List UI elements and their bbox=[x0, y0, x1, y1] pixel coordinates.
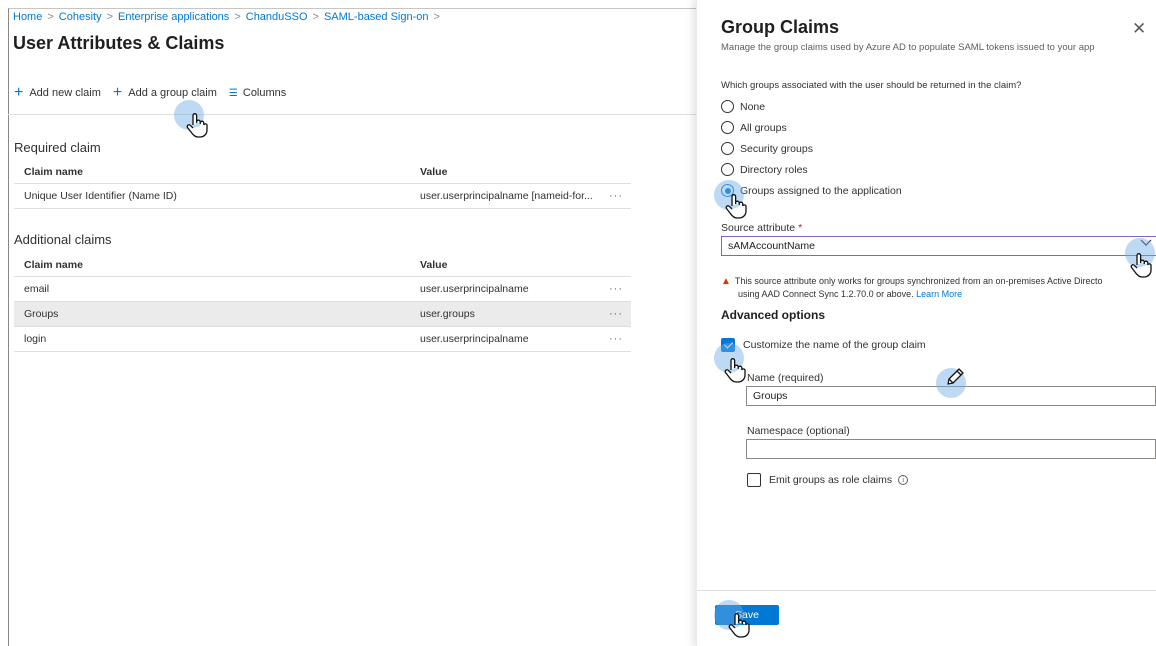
plus-icon: + bbox=[14, 84, 24, 101]
claim-name: Unique User Identifier (Name ID) bbox=[24, 190, 177, 202]
radio-circle bbox=[721, 100, 734, 113]
claim-value: user.groups bbox=[420, 308, 475, 320]
breadcrumb-chandusso[interactable]: ChanduSSO bbox=[246, 11, 308, 23]
more-options-icon[interactable]: ··· bbox=[601, 333, 631, 345]
hand-cursor-icon bbox=[725, 194, 747, 219]
hand-cursor-icon bbox=[724, 358, 746, 383]
groups-radio-group: None All groups Security groups Director… bbox=[721, 96, 902, 201]
breadcrumb-sep: > bbox=[47, 11, 54, 23]
page-title: User Attributes & Claims bbox=[13, 33, 225, 53]
column-header-claim-name: Claim name bbox=[24, 165, 83, 178]
required-mark: * bbox=[798, 222, 803, 234]
source-attribute-label-text: Source attribute bbox=[721, 222, 796, 234]
radio-label: Directory roles bbox=[740, 163, 808, 176]
add-group-claim-button[interactable]: + Add a group claim bbox=[112, 84, 217, 101]
panel-title: Group Claims bbox=[721, 17, 840, 37]
hand-cursor-icon bbox=[728, 613, 750, 638]
add-new-claim-label: Add new claim bbox=[29, 87, 101, 99]
radio-label: All groups bbox=[740, 121, 787, 134]
required-claims-table: Claim name Value Unique User Identifier … bbox=[14, 160, 631, 209]
table-row[interactable]: email user.userprincipalname ··· bbox=[14, 277, 631, 302]
columns-button[interactable]: ☰ Columns bbox=[229, 87, 286, 99]
plus-icon: + bbox=[112, 84, 123, 101]
radio-none[interactable]: None bbox=[721, 96, 902, 117]
more-options-icon[interactable]: ··· bbox=[601, 190, 631, 202]
more-options-icon[interactable]: ··· bbox=[601, 283, 631, 295]
breadcrumb: Home > Cohesity > Enterprise applications > Ch… bbox=[13, 11, 445, 23]
source-attribute-label: Source attribute * bbox=[721, 222, 802, 234]
additional-claims-title: Additional claims bbox=[14, 232, 112, 247]
add-group-claim-label: Add a group claim bbox=[128, 87, 217, 99]
table-header: Claim name Value bbox=[14, 160, 631, 184]
source-attribute-value: sAMAccountName bbox=[728, 240, 815, 252]
table-row[interactable]: login user.userprincipalname ··· bbox=[14, 327, 631, 352]
hand-cursor-icon bbox=[1130, 253, 1152, 278]
groups-question: Which groups associated with the user sh… bbox=[721, 80, 1022, 91]
panel-subtitle: Manage the group claims used by Azure AD… bbox=[721, 42, 1095, 53]
breadcrumb-saml-sign-on[interactable]: SAML-based Sign-on bbox=[324, 11, 429, 23]
warning-line2: using AAD Connect Sync 1.2.70.0 or above… bbox=[721, 288, 1141, 300]
radio-security-groups[interactable]: Security groups bbox=[721, 138, 902, 159]
column-header-claim-name: Claim name bbox=[24, 258, 83, 271]
columns-label: Columns bbox=[242, 87, 287, 99]
breadcrumb-cohesity[interactable]: Cohesity bbox=[59, 11, 102, 23]
radio-all-groups[interactable]: All groups bbox=[721, 117, 902, 138]
emit-groups-label: Emit groups as role claims bbox=[769, 474, 893, 486]
radio-groups-assigned-to-application[interactable]: Groups assigned to the application bbox=[721, 180, 902, 201]
table-row[interactable]: Groups user.groups ··· bbox=[14, 302, 631, 327]
claim-name: login bbox=[24, 333, 47, 345]
advanced-options-title: Advanced options bbox=[721, 308, 826, 322]
radio-circle bbox=[721, 121, 734, 134]
columns-icon: ☰ bbox=[228, 87, 238, 99]
info-icon[interactable]: i bbox=[898, 475, 909, 485]
breadcrumb-sep: > bbox=[312, 11, 319, 23]
additional-claims-table: Claim name Value email user.userprincipa… bbox=[14, 253, 631, 352]
source-attribute-warning: ▲ This source attribute only works for gr… bbox=[721, 275, 1141, 300]
learn-more-link[interactable]: Learn More bbox=[916, 289, 962, 299]
source-attribute-select[interactable]: sAMAccountName bbox=[721, 236, 1156, 256]
add-new-claim-button[interactable]: + Add new claim bbox=[14, 84, 101, 101]
hand-cursor-icon bbox=[186, 113, 208, 138]
radio-circle bbox=[721, 142, 734, 155]
namespace-input[interactable] bbox=[746, 439, 1156, 459]
warning-text-line1: This source attribute only works for gro… bbox=[734, 276, 1103, 286]
table-row[interactable]: Unique User Identifier (Name ID) user.us… bbox=[14, 184, 631, 209]
claim-name: email bbox=[24, 283, 50, 295]
breadcrumb-home[interactable]: Home bbox=[13, 11, 42, 23]
column-header-value: Value bbox=[420, 258, 448, 271]
claim-value: user.userprincipalname bbox=[420, 333, 529, 345]
warning-icon: ▲ bbox=[721, 276, 731, 287]
radio-label: Security groups bbox=[740, 142, 813, 155]
checkbox-box bbox=[747, 473, 761, 487]
claim-value: user.userprincipalname [nameid-for... bbox=[420, 190, 593, 202]
claim-value: user.userprincipalname bbox=[420, 283, 529, 295]
column-header-value: Value bbox=[420, 165, 448, 178]
claim-name: Groups bbox=[24, 308, 59, 320]
breadcrumb-sep: > bbox=[106, 11, 114, 23]
radio-directory-roles[interactable]: Directory roles bbox=[721, 159, 902, 180]
radio-label: Groups assigned to the application bbox=[740, 184, 902, 197]
breadcrumb-sep: > bbox=[433, 11, 440, 23]
warning-text-line2: using AAD Connect Sync 1.2.70.0 or above… bbox=[738, 289, 914, 299]
breadcrumb-sep: > bbox=[234, 11, 241, 23]
namespace-field-label: Namespace (optional) bbox=[747, 425, 850, 437]
group-claims-panel: Group Claims ✕ Manage the group claims u… bbox=[696, 0, 1156, 646]
toolbar-divider bbox=[8, 114, 696, 115]
radio-circle bbox=[721, 163, 734, 176]
panel-footer-divider bbox=[697, 590, 1156, 591]
required-claim-title: Required claim bbox=[14, 140, 101, 155]
toolbar: + Add new claim + Add a group claim ☰ Co… bbox=[14, 84, 298, 102]
customize-group-claim-label: Customize the name of the group claim bbox=[743, 339, 926, 351]
breadcrumb-enterprise-applications[interactable]: Enterprise applications bbox=[118, 11, 229, 23]
radio-label: None bbox=[740, 100, 766, 113]
more-options-icon[interactable]: ··· bbox=[601, 308, 631, 320]
name-field-label: Name (required) bbox=[747, 372, 824, 384]
table-header: Claim name Value bbox=[14, 253, 631, 277]
close-icon[interactable]: ✕ bbox=[1132, 20, 1146, 37]
pencil-cursor-icon bbox=[947, 368, 964, 385]
emit-groups-as-role-claims-checkbox[interactable]: Emit groups as role claims i bbox=[747, 473, 909, 487]
customize-group-claim-checkbox[interactable]: Customize the name of the group claim bbox=[721, 338, 926, 352]
